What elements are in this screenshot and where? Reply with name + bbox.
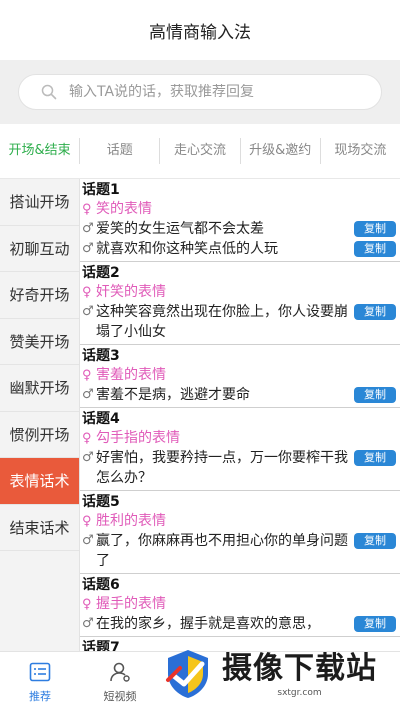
page-title: 高情商输入法 [149, 22, 251, 43]
topic-card: 话题5 ♀ 胜利的表情 ♂ 赢了，你麻麻再也不用担心你的单身问题了 复制 [80, 491, 400, 574]
reply-text: 在我的家乡，握手就是喜欢的意思， [96, 616, 320, 632]
expression-label: 胜利的表情 [96, 513, 166, 529]
reply-text: 害羞不是病，逃避才要命 [96, 387, 250, 403]
expression-label: 笑的表情 [96, 201, 152, 217]
topic-title: 话题1 [82, 182, 120, 198]
watermark: 摄像下载站 sxtgr.com [160, 639, 398, 709]
topic-card: 话题2 ♀ 奸笑的表情 ♂ 这种笑容竟然出现在你脸上，你人设要崩塌了小仙女 复制 [80, 262, 400, 345]
male-symbol-icon: ♂ [82, 533, 94, 548]
sidebar-item-approach-opening[interactable]: 搭讪开场 [0, 179, 79, 226]
male-symbol-icon: ♂ [82, 450, 94, 465]
nav-label: 短视频 [103, 689, 137, 703]
topic-card: 话题6 ♀ 握手的表情 ♂ 在我的家乡，握手就是喜欢的意思， 复制 [80, 574, 400, 637]
topic-title: 话题3 [82, 348, 120, 364]
reply-line: ♂ 爱笑的女生运气都不会太差 复制 [82, 219, 396, 239]
female-expression: ♀ 笑的表情 [82, 200, 396, 219]
male-symbol-icon: ♂ [82, 241, 94, 256]
male-symbol-icon: ♂ [82, 616, 94, 631]
app-header: 高情商输入法 [0, 0, 400, 60]
tab-live-talk[interactable]: 现场交流 [319, 138, 400, 164]
reply-line: ♂ 这种笑容竟然出现在你脸上，你人设要崩塌了小仙女 复制 [82, 302, 396, 342]
category-tabs: 开场&结束 话题 走心交流 升级&邀约 现场交流 [0, 124, 400, 179]
person-icon [110, 662, 130, 682]
reply-line: ♂ 在我的家乡，握手就是喜欢的意思， 复制 [82, 614, 396, 634]
watermark-text: 摄像下载站 [222, 650, 377, 686]
tab-heart-talk[interactable]: 走心交流 [159, 138, 239, 164]
shield-logo-icon [166, 650, 208, 698]
main-content: 搭讪开场 初聊互动 好奇开场 赞美开场 幽默开场 惯例开场 表情话术 结束话术 … [0, 179, 400, 651]
topic-title: 话题6 [82, 577, 120, 593]
male-symbol-icon: ♂ [82, 221, 94, 236]
topic-card: 话题4 ♀ 勾手指的表情 ♂ 好害怕，我要矜持一点，万一你要榨干我怎么办？ 复制 [80, 408, 400, 491]
female-symbol-icon: ♀ [82, 368, 92, 383]
nav-short-video[interactable]: 短视频 [80, 652, 160, 711]
expression-label: 奸笑的表情 [96, 284, 166, 300]
reply-line: ♂ 害羞不是病，逃避才要命 复制 [82, 385, 396, 405]
female-symbol-icon: ♀ [82, 285, 92, 300]
watermark-url: sxtgr.com [277, 687, 322, 698]
reply-text: 就喜欢和你这种笑点低的人玩 [96, 241, 278, 257]
female-symbol-icon: ♀ [82, 431, 92, 446]
copy-button[interactable]: 复制 [354, 450, 396, 466]
sidebar-item-first-chat[interactable]: 初聊互动 [0, 226, 79, 272]
list-icon [29, 662, 51, 681]
female-expression: ♀ 奸笑的表情 [82, 283, 396, 302]
topic-title: 话题4 [82, 411, 120, 427]
female-expression: ♀ 勾手指的表情 [82, 429, 396, 448]
nav-recommend[interactable]: 推荐 [0, 652, 80, 711]
female-expression: ♀ 胜利的表情 [82, 512, 396, 531]
tab-opening-ending[interactable]: 开场&结束 [0, 138, 79, 164]
copy-button[interactable]: 复制 [354, 241, 396, 257]
reply-line: ♂ 赢了，你麻麻再也不用担心你的单身问题了 复制 [82, 531, 396, 571]
tab-upgrade-invite[interactable]: 升级&邀约 [239, 138, 320, 164]
search-bar-area [0, 60, 400, 124]
copy-button[interactable]: 复制 [354, 616, 396, 632]
search-box[interactable] [18, 74, 382, 110]
female-expression: ♀ 害羞的表情 [82, 366, 396, 385]
reply-text: 赢了，你麻麻再也不用担心你的单身问题了 [96, 533, 348, 569]
female-symbol-icon: ♀ [82, 597, 92, 612]
female-expression: ♀ 握手的表情 [82, 595, 396, 614]
female-symbol-icon: ♀ [82, 514, 92, 529]
reply-line: ♂ 就喜欢和你这种笑点低的人玩 复制 [82, 239, 396, 259]
expression-label: 握手的表情 [96, 596, 166, 612]
reply-text: 这种笑容竟然出现在你脸上，你人设要崩塌了小仙女 [96, 304, 348, 340]
tab-topic[interactable]: 话题 [79, 138, 159, 164]
sidebar-item-ending-talk[interactable]: 结束话术 [0, 505, 79, 551]
copy-button[interactable]: 复制 [354, 387, 396, 403]
sidebar: 搭讪开场 初聊互动 好奇开场 赞美开场 幽默开场 惯例开场 表情话术 结束话术 [0, 179, 80, 651]
copy-button[interactable]: 复制 [354, 221, 396, 237]
female-symbol-icon: ♀ [82, 202, 92, 217]
reply-text: 好害怕，我要矜持一点，万一你要榨干我怎么办？ [96, 450, 348, 486]
topic-list: 话题1 ♀ 笑的表情 ♂ 爱笑的女生运气都不会太差 复制 ♂ 就喜欢和你这种笑点… [80, 179, 400, 651]
reply-text: 爱笑的女生运气都不会太差 [96, 221, 264, 237]
copy-button[interactable]: 复制 [354, 304, 396, 320]
male-symbol-icon: ♂ [82, 387, 94, 402]
nav-label: 推荐 [29, 689, 51, 703]
sidebar-item-routine-opening[interactable]: 惯例开场 [0, 412, 79, 458]
sidebar-item-praise-opening[interactable]: 赞美开场 [0, 319, 79, 365]
topic-card: 话题1 ♀ 笑的表情 ♂ 爱笑的女生运气都不会太差 复制 ♂ 就喜欢和你这种笑点… [80, 179, 400, 262]
topic-card: 话题3 ♀ 害羞的表情 ♂ 害羞不是病，逃避才要命 复制 [80, 345, 400, 408]
topic-title: 话题2 [82, 265, 120, 281]
expression-label: 勾手指的表情 [96, 430, 180, 446]
sidebar-item-humor-opening[interactable]: 幽默开场 [0, 365, 79, 412]
sidebar-item-emoji-talk[interactable]: 表情话术 [0, 458, 79, 505]
search-input[interactable] [69, 84, 349, 100]
search-icon [41, 84, 57, 100]
copy-button[interactable]: 复制 [354, 533, 396, 549]
sidebar-item-curious-opening[interactable]: 好奇开场 [0, 272, 79, 319]
male-symbol-icon: ♂ [82, 304, 94, 319]
reply-line: ♂ 好害怕，我要矜持一点，万一你要榨干我怎么办？ 复制 [82, 448, 396, 488]
expression-label: 害羞的表情 [96, 367, 166, 383]
topic-title: 话题5 [82, 494, 120, 510]
